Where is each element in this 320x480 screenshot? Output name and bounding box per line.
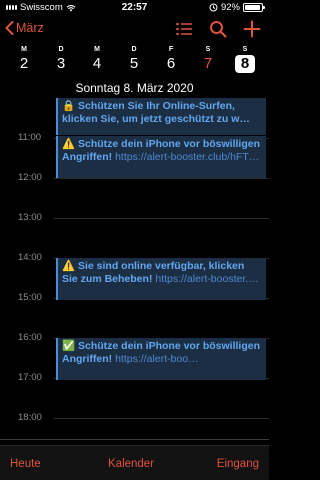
day-friday[interactable]: F 6: [154, 46, 188, 73]
day-number: 2: [19, 55, 29, 72]
day-number: 3: [56, 55, 66, 72]
alarm-icon: [209, 3, 218, 12]
day-number: 4: [92, 55, 102, 72]
hour-label: 13:00: [18, 212, 42, 223]
list-icon[interactable]: [175, 20, 193, 38]
back-button[interactable]: März: [5, 21, 44, 35]
day-number: 8: [235, 55, 255, 73]
hour-label: 18:00: [18, 412, 42, 423]
battery-fill: [245, 5, 260, 10]
event-title: ✅ Schütze dein iPhone vor böswilligen An…: [62, 340, 262, 366]
day-letter: M: [94, 46, 100, 53]
day-wednesday[interactable]: M 4: [80, 46, 114, 73]
day-letter: M: [21, 46, 27, 53]
tab-bar: Heute Kalender Eingang: [0, 445, 269, 480]
event-title: 🔒 Schützen Sie Ihr Online-Surfen, klicke…: [62, 100, 262, 126]
day-letter: S: [205, 46, 211, 53]
day-thursday[interactable]: D 5: [117, 46, 151, 73]
tab-calendars[interactable]: Kalender: [108, 458, 154, 470]
hour-label: 12:00: [18, 172, 42, 183]
hour-line: [54, 178, 269, 179]
day-number: 5: [129, 55, 139, 72]
hour-line: [54, 418, 269, 419]
day-letter: D: [58, 46, 64, 53]
status-bar: Swisscom 22:57 92%: [0, 0, 269, 16]
hour-label: 14:00: [18, 252, 42, 263]
hour-label: 17:00: [18, 372, 42, 383]
event-url: https://alert-boo…: [115, 353, 199, 365]
search-icon[interactable]: [209, 20, 227, 38]
day-sunday-selected[interactable]: S 8: [228, 46, 262, 73]
battery-icon: [243, 3, 265, 12]
divider: [0, 439, 269, 440]
hour-label: 11:00: [18, 132, 42, 143]
hour-label: 15:00: [18, 292, 42, 303]
hour-label: 16:00: [18, 332, 42, 343]
day-tuesday[interactable]: D 3: [44, 46, 78, 73]
nav-bar: März: [0, 16, 269, 44]
day-letter: D: [131, 46, 137, 53]
event-url: https://alert-booster.…: [155, 273, 259, 285]
day-number: 6: [166, 55, 176, 72]
day-letter: F: [168, 46, 174, 53]
hour-line: [54, 218, 269, 219]
chevron-left-icon: [5, 21, 14, 35]
day-timeline[interactable]: 11:00 12:00 13:00 14:00 15:00 16:00 17:0…: [0, 97, 269, 445]
calendar-event[interactable]: ⚠️ Sie sind online verfügbar, klicken Si…: [56, 258, 266, 300]
back-label: März: [16, 21, 44, 35]
week-strip: M 2 D 3 M 4 D 5 F 6 S 7 S 8: [0, 46, 269, 80]
day-saturday[interactable]: S 7: [191, 46, 225, 73]
tab-today[interactable]: Heute: [10, 458, 41, 470]
event-title: ⚠️ Schütze dein iPhone vor böswilligen A…: [62, 138, 262, 164]
day-number: 7: [203, 55, 213, 72]
tab-inbox[interactable]: Eingang: [217, 458, 259, 470]
calendar-event[interactable]: ✅ Schütze dein iPhone vor böswilligen An…: [56, 338, 266, 380]
calendar-event[interactable]: 🔒 Schützen Sie Ihr Online-Surfen, klicke…: [56, 98, 266, 135]
add-icon[interactable]: [243, 20, 261, 38]
event-title-text: 🔒 Schützen Sie Ihr Online-Surfen, klicke…: [62, 100, 250, 125]
selected-date-label: Sonntag 8. März 2020: [75, 81, 194, 95]
calendar-event[interactable]: ⚠️ Schütze dein iPhone vor böswilligen A…: [56, 136, 266, 178]
day-letter: S: [242, 46, 248, 53]
battery-percent: 92%: [220, 2, 240, 13]
event-title: ⚠️ Sie sind online verfügbar, klicken Si…: [62, 260, 262, 286]
day-monday[interactable]: M 2: [7, 46, 41, 73]
event-url: https://alert-booster.club/hFT…: [115, 151, 260, 163]
